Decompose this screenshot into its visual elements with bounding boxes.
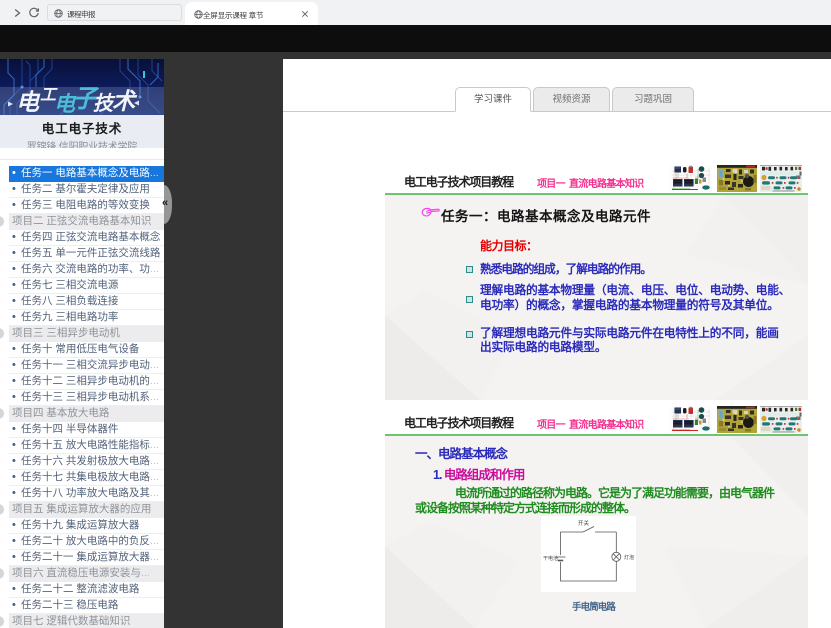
svg-text:开关: 开关	[578, 519, 590, 527]
svg-text:电: 电	[16, 90, 41, 115]
svg-text:灯泡: 灯泡	[624, 554, 634, 561]
svg-text:干电池: 干电池	[543, 555, 558, 562]
svg-text:术: 术	[112, 89, 138, 114]
